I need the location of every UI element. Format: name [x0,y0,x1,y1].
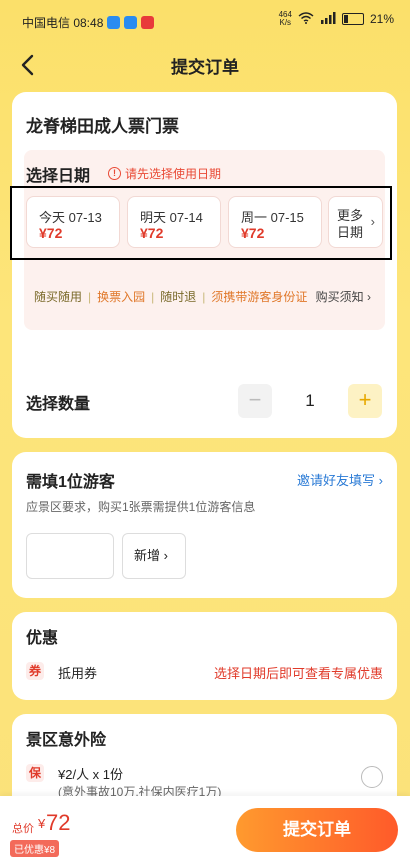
date-warning: ! 请先选择使用日期 [108,165,221,182]
coupon-icon: 券 [26,662,44,680]
date-options: 今天 07-13 ¥72 明天 07-14 ¥72 周一 07-15 ¥72 更… [26,196,387,248]
add-tourist-button[interactable]: 新增 › [122,533,186,579]
total-currency: ¥ [38,816,46,831]
tag: 须携带游客身份证 [211,290,308,304]
battery-icon [341,13,364,25]
warning-icon: ! [108,167,121,180]
tourist-description: 应景区要求，购买1张票需提供1位游客信息 [26,500,256,514]
chevron-right-icon: › [367,290,371,304]
date-option-price: ¥72 [140,225,164,241]
ticket-card: 龙脊梯田成人票门票 选择日期 ! 请先选择使用日期 今天 07-13 ¥72 明… [12,92,397,438]
more-dates-button[interactable]: 更多日期 › [328,196,383,248]
date-option-price: ¥72 [39,225,63,241]
date-option-monday[interactable]: 周一 07-15 ¥72 [228,196,322,248]
discount-badge: 已优惠¥8 [10,840,60,857]
signal-icon [320,11,336,27]
purchase-notice-link[interactable]: 购买须知 › [316,288,371,305]
quantity-label: 选择数量 [26,396,91,413]
quantity-value: 1 [305,391,315,410]
chevron-right-icon: › [163,548,168,563]
total-price: 72 [46,810,71,835]
tourist-card: 需填1位游客 邀请好友填写 › 应景区要求，购买1张票需提供1位游客信息 新增 … [12,452,397,598]
date-option-price: ¥72 [241,225,265,241]
heart-icon [141,16,155,29]
date-option-day: 今天 07-13 [39,210,102,225]
promo-card: 优惠 券 抵用券 选择日期后即可查看专属优惠 [12,612,397,700]
tourist-title: 需填1位游客 [26,474,115,491]
battery-level: 21% [369,12,394,26]
product-title: 龙脊梯田成人票门票 [26,117,179,136]
wifi-icon [298,11,314,27]
tag: 随时退 [160,290,197,304]
network-speed: 464 K/s [278,10,292,27]
insurance-title: 景区意外险 [26,732,107,749]
page-title: 提交订单 [171,58,239,77]
nav-bar: 提交订单 [0,44,410,84]
carrier-time: 中国电信 08:48 [22,16,104,30]
submit-order-button[interactable]: 提交订单 [236,808,398,852]
more-dates-label: 更多日期 [337,208,364,240]
bottom-bar: 总价 ¥ 72 已优惠¥8 提交订单 [0,796,410,868]
decrement-button[interactable]: − [238,384,272,418]
coupon-hint: 选择日期后即可查看专属优惠 [213,666,383,681]
date-label: 选择日期 [26,168,91,185]
date-option-day: 周一 07-15 [241,210,304,225]
tag: 换票入园 [97,290,146,304]
insurance-icon: 保 [26,764,44,782]
increment-button[interactable]: + [348,384,382,418]
insurance-radio[interactable] [361,766,383,788]
app-icon [124,16,138,29]
chevron-right-icon: › [378,473,383,488]
date-option-tomorrow[interactable]: 明天 07-14 ¥72 [127,196,221,248]
message-icon [107,16,121,29]
status-bar: 中国电信 08:48 464 K/s 21% [0,0,410,44]
tag: 随买随用 [34,290,83,304]
date-option-day: 明天 07-14 [140,210,203,225]
insurance-price: ¥2/人 x 1份 [58,767,124,782]
invite-friend-link[interactable]: 邀请好友填写 › [297,470,383,489]
coupon-label[interactable]: 抵用券 [58,663,97,682]
chevron-right-icon: › [370,214,375,229]
date-option-today[interactable]: 今天 07-13 ¥72 [26,196,120,248]
total-label: 总价 [12,823,34,835]
promo-title: 优惠 [26,630,59,647]
tourist-slot[interactable] [26,533,114,579]
date-warning-text: 请先选择使用日期 [125,167,222,181]
